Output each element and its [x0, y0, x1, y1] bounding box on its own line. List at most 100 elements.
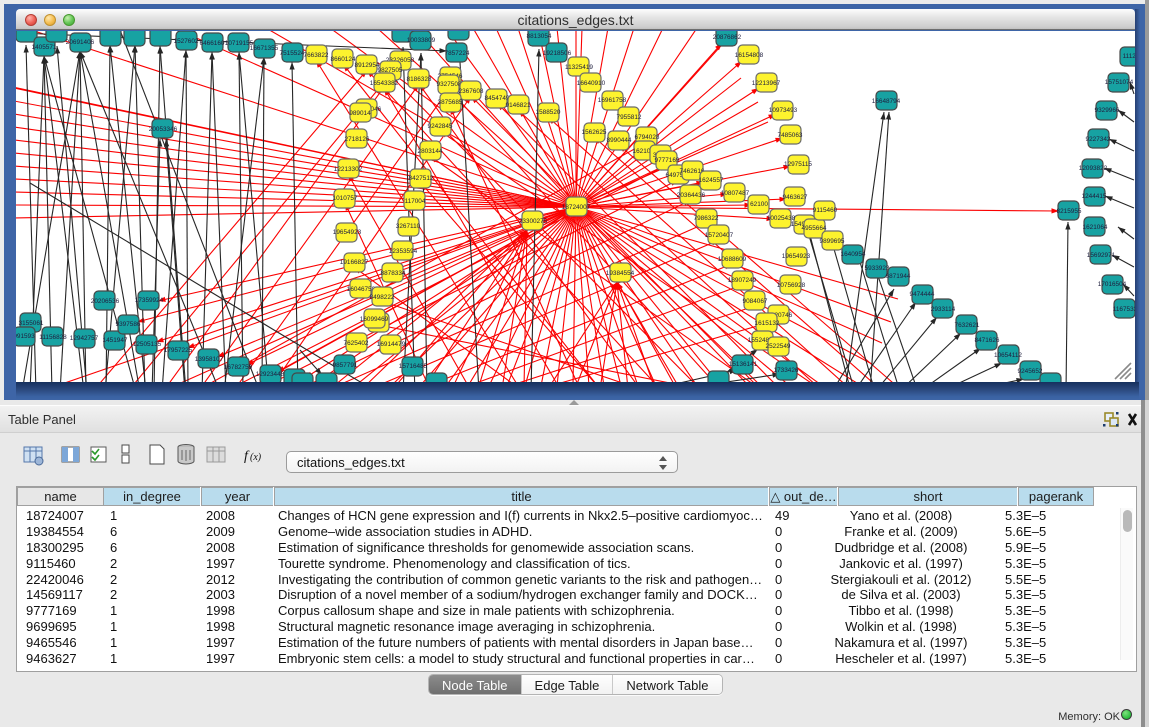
svg-text:9397586: 9397586 [116, 321, 141, 328]
svg-text:117004: 117004 [405, 198, 426, 205]
svg-text:1615132: 1615132 [755, 320, 780, 327]
svg-text:10033809: 10033809 [407, 37, 436, 44]
svg-text:16543382: 16543382 [370, 80, 399, 87]
svg-text:19384554: 19384554 [606, 270, 635, 277]
svg-text:8215955: 8215955 [1057, 208, 1082, 215]
svg-text:1562625: 1562625 [582, 129, 607, 136]
svg-text:10688609: 10688609 [718, 256, 747, 263]
svg-text:12975115: 12975115 [784, 161, 812, 168]
svg-text:12942757: 12942757 [70, 335, 99, 342]
svg-text:16914479: 16914479 [377, 341, 406, 348]
svg-text:8878334: 8878334 [381, 270, 406, 277]
svg-text:16961758: 16961758 [598, 97, 627, 104]
svg-text:7857224: 7857224 [445, 50, 470, 57]
svg-text:10973493: 10973493 [769, 107, 798, 114]
svg-text:12505135: 12505135 [133, 341, 162, 348]
svg-text:17359924: 17359924 [135, 297, 164, 304]
svg-text:8454749: 8454749 [485, 95, 510, 102]
svg-text:9146821: 9146821 [506, 102, 531, 109]
svg-text:(x): (x) [250, 452, 262, 463]
svg-text:9857791: 9857791 [333, 362, 358, 369]
svg-text:15136141: 15136141 [729, 361, 758, 368]
svg-text:9245652: 9245652 [1018, 368, 1043, 375]
svg-text:1527602: 1527602 [174, 38, 199, 45]
svg-text:7485063: 7485063 [778, 132, 803, 139]
svg-text:18724007: 18724007 [562, 204, 591, 211]
svg-text:1010757: 1010757 [333, 195, 358, 202]
svg-text:10654112: 10654112 [994, 352, 1022, 359]
svg-text:8427512: 8427512 [409, 175, 434, 182]
svg-text:1244415: 1244415 [1082, 193, 1107, 200]
svg-text:11123: 11123 [1123, 53, 1135, 60]
svg-text:23300275: 23300275 [519, 218, 548, 225]
svg-text:8498222: 8498222 [370, 294, 395, 301]
svg-text:16640910: 16640910 [577, 80, 606, 87]
svg-text:9327508: 9327508 [437, 81, 462, 88]
svg-text:1451947: 1451947 [103, 337, 128, 344]
svg-text:16046758: 16046758 [347, 286, 376, 293]
svg-text:9474444: 9474444 [910, 291, 935, 298]
svg-text:4955664: 4955664 [802, 225, 827, 232]
svg-text:20364436: 20364436 [677, 192, 706, 199]
svg-text:12353594: 12353594 [389, 248, 418, 255]
svg-text:15720407: 15720407 [705, 232, 734, 239]
svg-text:12923448: 12923448 [256, 371, 285, 378]
svg-text:1640954: 1640954 [841, 251, 866, 258]
svg-text:8813054: 8813054 [527, 33, 552, 40]
svg-text:9463627: 9463627 [783, 194, 808, 201]
svg-text:7632621: 7632621 [955, 322, 980, 329]
svg-text:10756928: 10756928 [777, 282, 806, 289]
svg-text:2933114: 2933114 [931, 306, 956, 313]
svg-text:7663822: 7663822 [304, 52, 329, 59]
svg-text:6871944: 6871944 [886, 273, 911, 280]
svg-text:9084067: 9084067 [743, 298, 768, 305]
svg-text:15716485: 15716485 [399, 363, 428, 370]
svg-text:19654923: 19654923 [333, 229, 362, 236]
svg-text:20206536: 20206536 [91, 298, 120, 305]
svg-text:2718126: 2718126 [345, 136, 370, 143]
svg-text:1588520: 1588520 [536, 109, 561, 116]
svg-text:11325419: 11325419 [565, 64, 593, 71]
svg-text:7515524: 7515524 [280, 50, 305, 57]
svg-text:7625402: 7625402 [344, 340, 369, 347]
svg-text:991593: 991593 [16, 333, 35, 340]
svg-text:2803144: 2803144 [418, 148, 443, 155]
svg-text:3155061: 3155061 [19, 320, 44, 327]
svg-text:8660124: 8660124 [331, 56, 356, 63]
svg-text:16154808: 16154808 [735, 52, 764, 59]
svg-text:16671355: 16671355 [250, 45, 279, 52]
svg-text:989014: 989014 [349, 110, 371, 117]
svg-text:9899695: 9899695 [820, 238, 845, 245]
svg-text:10807487: 10807487 [721, 190, 750, 197]
svg-text:1624557: 1624557 [699, 177, 724, 184]
svg-text:9329966: 9329966 [1095, 107, 1120, 114]
svg-text:1167533: 1167533 [1113, 306, 1135, 313]
svg-text:6466160: 6466160 [200, 40, 225, 47]
svg-text:10025438: 10025438 [767, 215, 796, 222]
svg-text:11156828: 11156828 [39, 334, 67, 341]
svg-text:12093822: 12093822 [1079, 165, 1108, 172]
svg-text:17957225: 17957225 [164, 347, 193, 354]
svg-text:8990444: 8990444 [607, 137, 632, 144]
svg-text:12213302: 12213302 [334, 166, 363, 173]
svg-text:20691406: 20691406 [66, 39, 95, 46]
svg-text:6794028: 6794028 [635, 134, 660, 141]
svg-text:16648794: 16648794 [872, 98, 901, 105]
svg-text:9227342: 9227342 [1086, 136, 1111, 143]
svg-text:8912954: 8912954 [355, 62, 380, 69]
svg-text:17016504: 17016504 [1098, 281, 1127, 288]
svg-text:5933923: 5933923 [865, 265, 890, 272]
svg-text:16782759: 16782759 [224, 364, 253, 371]
svg-text:18907249: 18907249 [728, 277, 757, 284]
svg-text:15692971: 15692971 [1087, 252, 1116, 259]
svg-text:16099469: 16099469 [360, 316, 389, 323]
svg-text:9242845: 9242845 [428, 123, 453, 130]
svg-text:7986322: 7986322 [694, 215, 719, 222]
svg-text:1621064: 1621064 [1083, 224, 1108, 231]
svg-text:2367608: 2367608 [459, 88, 484, 95]
svg-text:9777169: 9777169 [655, 157, 680, 164]
svg-text:19654923: 19654923 [782, 253, 811, 260]
svg-text:20053346: 20053346 [149, 126, 178, 133]
svg-text:62100: 62100 [750, 201, 768, 208]
svg-text:1733426: 1733426 [774, 367, 799, 374]
